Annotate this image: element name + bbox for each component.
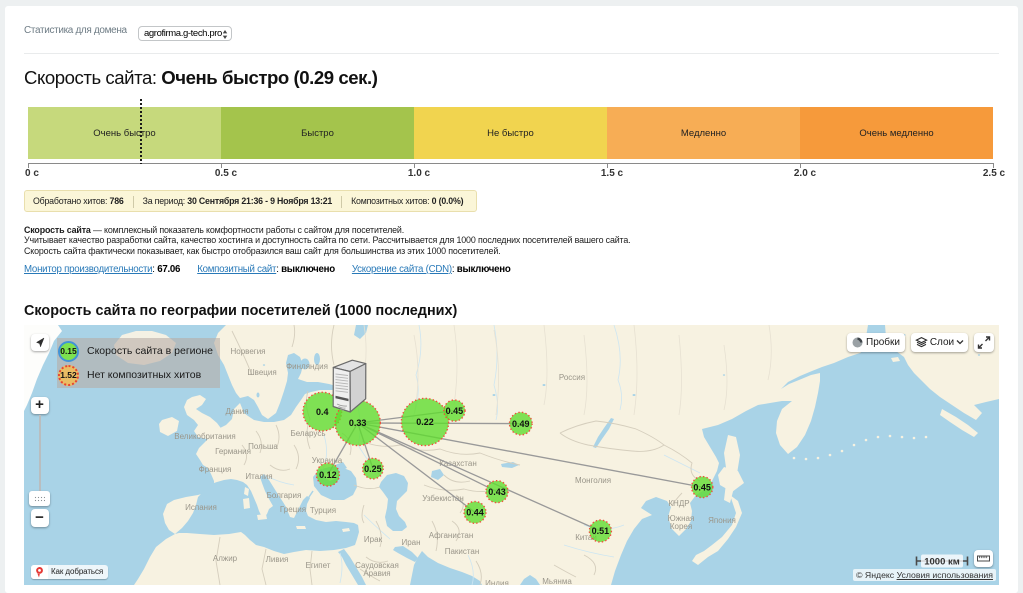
svg-text:0.12: 0.12: [319, 470, 337, 480]
svg-text:0.45: 0.45: [446, 406, 464, 416]
svg-text:0.33: 0.33: [349, 418, 367, 428]
svg-text:Франция: Франция: [199, 465, 232, 474]
svg-text:Россия: Россия: [559, 373, 585, 382]
svg-text:Финляндия: Финляндия: [286, 362, 328, 371]
svg-text:Турция: Турция: [310, 506, 336, 515]
svg-text:Индия: Индия: [485, 579, 509, 585]
svg-text:Норвегия: Норвегия: [230, 347, 265, 356]
svg-text:0.49: 0.49: [512, 419, 530, 429]
svg-text:Германия: Германия: [215, 447, 251, 456]
svg-text:1000 км: 1000 км: [924, 557, 960, 568]
svg-text:Швеция: Швеция: [247, 368, 276, 377]
svg-text:Испания: Испания: [185, 503, 217, 512]
svg-text:Греция: Греция: [280, 505, 306, 514]
svg-text:Болгария: Болгария: [267, 491, 302, 500]
svg-text:0.44: 0.44: [466, 508, 484, 518]
svg-text:Корея: Корея: [670, 522, 692, 531]
svg-text:Италия: Италия: [245, 472, 272, 481]
svg-text:Алжир: Алжир: [213, 554, 238, 563]
svg-text:Афганистан: Афганистан: [429, 531, 474, 540]
svg-text:Мьянма: Мьянма: [542, 577, 572, 585]
svg-text:Япония: Япония: [708, 516, 736, 525]
svg-text:Иран: Иран: [401, 538, 420, 547]
svg-text:Ливия: Ливия: [266, 555, 289, 564]
svg-text:КНДР: КНДР: [668, 499, 689, 508]
svg-text:Ирак: Ирак: [364, 535, 383, 544]
svg-text:0.51: 0.51: [592, 526, 610, 536]
svg-text:0.25: 0.25: [364, 464, 382, 474]
svg-text:Аравия: Аравия: [363, 569, 390, 578]
svg-text:0.45: 0.45: [693, 482, 711, 492]
svg-text:Пакистан: Пакистан: [445, 547, 480, 556]
svg-text:Монголия: Монголия: [575, 476, 611, 485]
svg-text:0.22: 0.22: [416, 417, 434, 427]
svg-text:0.43: 0.43: [488, 487, 506, 497]
svg-text:Египет: Египет: [306, 561, 331, 570]
svg-text:Польша: Польша: [248, 442, 278, 451]
svg-text:Дания: Дания: [225, 407, 248, 416]
svg-text:Великобритания: Великобритания: [174, 432, 235, 441]
svg-text:0.4: 0.4: [316, 407, 329, 417]
